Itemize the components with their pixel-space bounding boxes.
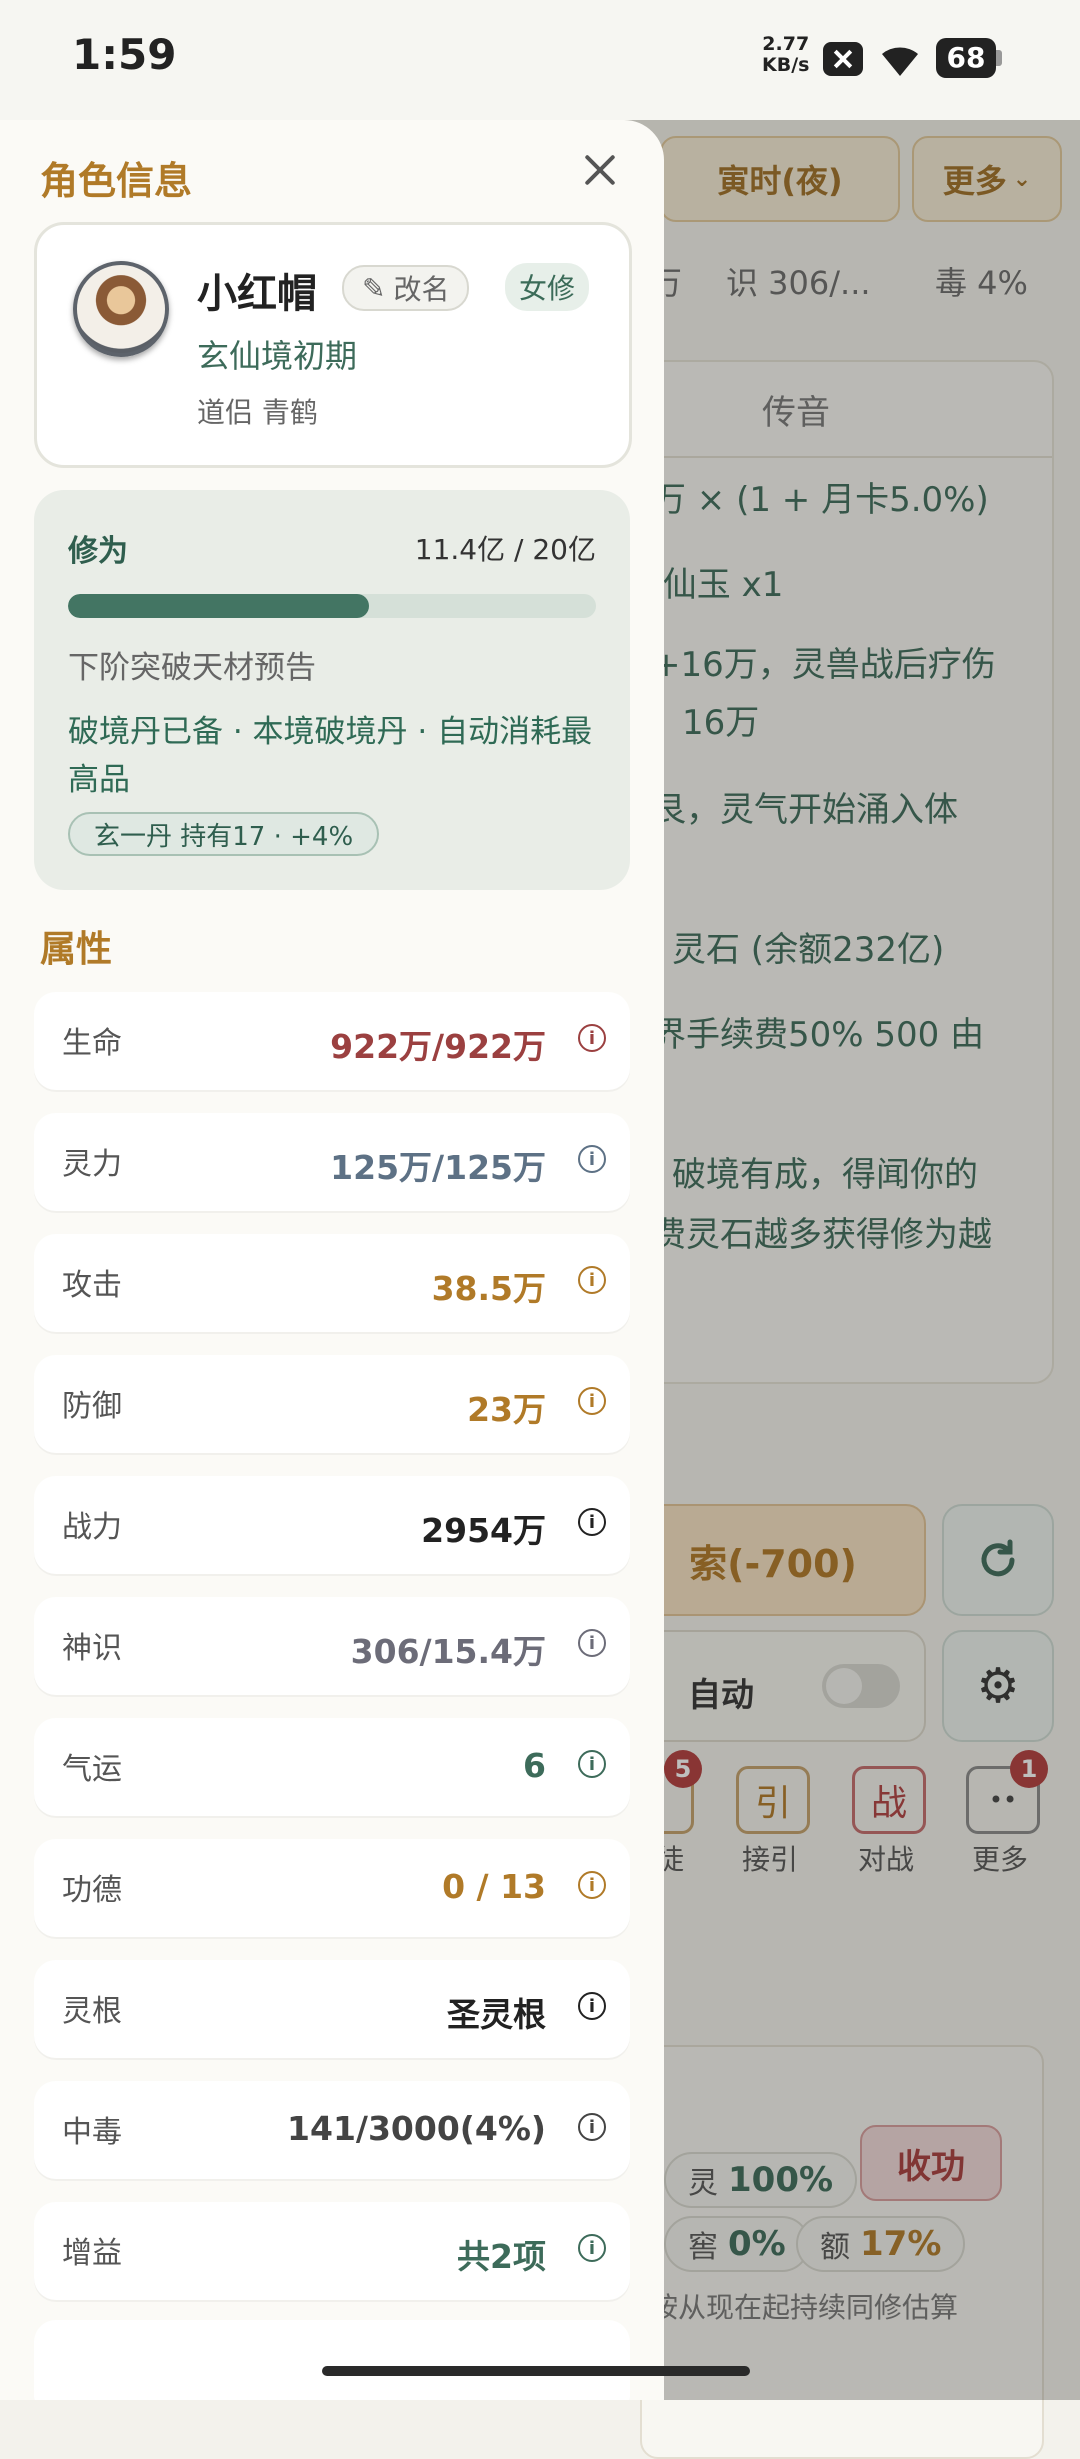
- companion-text: 道侣 青鹤: [197, 396, 318, 429]
- attribute-value: 圣灵根: [447, 1995, 546, 2034]
- status-bar: 1:59 2.77 KB/s 68: [0, 0, 1080, 120]
- network-speed: 2.77 KB/s: [762, 34, 809, 76]
- rename-button[interactable]: ✎ 改名: [342, 265, 470, 311]
- rename-label: 改名: [393, 273, 450, 306]
- network-speed-value: 2.77: [762, 33, 810, 55]
- attribute-label: 功德: [62, 1873, 122, 1908]
- profile-card: 小红帽 ✎ 改名 女修 玄仙境初期 道侣 青鹤: [34, 222, 632, 468]
- pencil-icon: ✎: [362, 271, 386, 305]
- info-icon[interactable]: i: [578, 1629, 606, 1657]
- cultivation-progress-fill: [68, 594, 369, 618]
- attribute-value: 共2项: [457, 2237, 546, 2276]
- battery-icon: 68: [936, 38, 996, 78]
- attribute-value: 922万/922万: [330, 1027, 546, 1066]
- info-icon[interactable]: i: [578, 2113, 606, 2141]
- attribute-row-partial: [34, 2320, 630, 2400]
- attribute-label: 防御: [62, 1389, 122, 1424]
- attribute-label: 气运: [62, 1752, 122, 1787]
- attribute-row[interactable]: 功德 0 / 13 i: [34, 1839, 630, 1937]
- attribute-value: 2954万: [421, 1511, 546, 1550]
- cultivation-label: 修为: [68, 534, 128, 569]
- character-drawer: 角色信息 小红帽 ✎ 改名 女修 玄仙境初期 道侣 青鹤 修为 11.4亿 / …: [0, 120, 664, 2400]
- attribute-value: 23万: [467, 1390, 546, 1429]
- attribute-label: 生命: [62, 1026, 122, 1061]
- attribute-row[interactable]: 神识 306/15.4万 i: [34, 1597, 630, 1695]
- attribute-value: 0 / 13: [442, 1867, 546, 1906]
- cultivation-card: 修为 11.4亿 / 20亿 下阶突破天材预告 破境丹已备 · 本境破境丹 · …: [34, 490, 630, 890]
- notification-x-icon: [823, 42, 863, 76]
- info-icon[interactable]: i: [578, 1508, 606, 1536]
- attribute-label: 中毒: [62, 2115, 122, 2150]
- drawer-title: 角色信息: [40, 159, 193, 203]
- info-icon[interactable]: i: [578, 2234, 606, 2262]
- cultivation-progress: [68, 594, 596, 618]
- close-icon[interactable]: [578, 148, 622, 192]
- pill-note: 破境丹已备 · 本境破境丹 · 自动消耗最高品: [68, 714, 593, 798]
- info-icon[interactable]: i: [578, 1024, 606, 1052]
- realm-text: 玄仙境初期: [197, 337, 358, 375]
- attribute-row[interactable]: 气运 6 i: [34, 1718, 630, 1816]
- attribute-row[interactable]: 中毒 141/3000(4%) i: [34, 2081, 630, 2179]
- attribute-label: 攻击: [62, 1268, 122, 1303]
- info-icon[interactable]: i: [578, 1145, 606, 1173]
- gender-badge: 女修: [505, 263, 590, 311]
- info-icon[interactable]: i: [578, 1750, 606, 1778]
- attribute-value: 125万/125万: [330, 1148, 546, 1187]
- info-icon[interactable]: i: [578, 1266, 606, 1294]
- character-name: 小红帽: [197, 271, 317, 317]
- attributes-title: 属性: [40, 929, 113, 970]
- attribute-value: 38.5万: [431, 1269, 546, 1308]
- attribute-row[interactable]: 战力 2954万 i: [34, 1476, 630, 1574]
- attribute-label: 战力: [62, 1510, 122, 1545]
- network-speed-unit: KB/s: [762, 54, 810, 76]
- attribute-value: 6: [523, 1746, 546, 1785]
- breakthrough-preview[interactable]: 下阶突破天材预告: [68, 642, 316, 687]
- info-icon[interactable]: i: [578, 1387, 606, 1415]
- attribute-label: 灵力: [62, 1147, 122, 1182]
- attribute-row[interactable]: 生命 922万/922万 i: [34, 992, 630, 1090]
- attribute-row[interactable]: 灵力 125万/125万 i: [34, 1113, 630, 1211]
- attribute-value: 306/15.4万: [350, 1632, 546, 1671]
- status-time: 1:59: [72, 30, 177, 79]
- attribute-row[interactable]: 防御 23万 i: [34, 1355, 630, 1453]
- avatar[interactable]: [73, 261, 169, 357]
- battery-tip: [996, 50, 1002, 66]
- attribute-value: 141/3000(4%): [287, 2109, 546, 2148]
- attribute-label: 增益: [62, 2236, 122, 2271]
- cultivation-value: 11.4亿 / 20亿: [414, 533, 596, 566]
- attribute-row[interactable]: 增益 共2项 i: [34, 2202, 630, 2300]
- attribute-label: 神识: [62, 1631, 122, 1666]
- wifi-icon: [882, 47, 918, 76]
- pill-chip[interactable]: 玄一丹 持有17 · +4%: [68, 812, 380, 856]
- info-icon[interactable]: i: [578, 1871, 606, 1899]
- home-indicator: [322, 2366, 750, 2376]
- attribute-row[interactable]: 攻击 38.5万 i: [34, 1234, 630, 1332]
- attribute-row[interactable]: 灵根 圣灵根 i: [34, 1960, 630, 2058]
- info-icon[interactable]: i: [578, 1992, 606, 2020]
- attribute-label: 灵根: [62, 1994, 122, 2029]
